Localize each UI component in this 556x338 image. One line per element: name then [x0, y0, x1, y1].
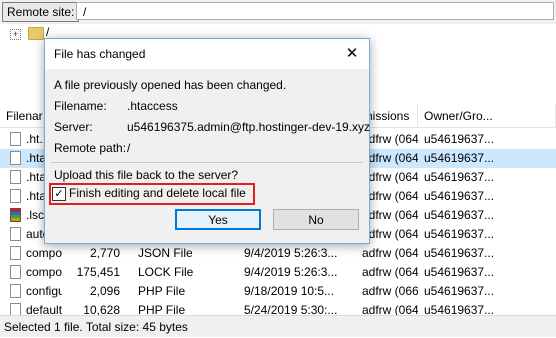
- finish-editing-checkbox[interactable]: ✓: [52, 187, 66, 201]
- yes-button[interactable]: Yes: [175, 209, 261, 230]
- file-icon: [10, 132, 21, 146]
- filename-label: Filename:: [54, 99, 107, 113]
- finish-editing-checkbox-label[interactable]: Finish editing and delete local file: [69, 186, 246, 200]
- server-value: u546196375.admin@ftp.hostinger-dev-19.xy…: [127, 120, 370, 134]
- dialog-title: File has changed: [54, 47, 146, 61]
- dialog-title-bar: File has changed ✕: [45, 39, 369, 69]
- remote-site-label: Remote site:: [2, 2, 80, 22]
- cell-perms: adfrw (0666): [362, 284, 418, 298]
- cell-type: PHP File: [138, 284, 186, 298]
- cell-type: JSON File: [138, 246, 193, 260]
- cell-name: compos...: [26, 265, 62, 279]
- cell-modified: 9/4/2019 5:26:3...: [244, 265, 338, 279]
- archive-file-icon: [10, 208, 21, 222]
- cell-modified: 9/18/2019 10:5...: [244, 284, 335, 298]
- cell-owner: u54619637...: [424, 151, 495, 165]
- dialog-message: A file previously opened has been change…: [54, 78, 287, 92]
- cell-name: compos...: [26, 246, 62, 260]
- cell-perms: adfrw (0644): [362, 246, 418, 260]
- file-icon: [10, 151, 21, 165]
- folder-icon: [28, 27, 44, 40]
- table-row[interactable]: compos... 2,770 JSON File 9/4/2019 5:26:3..…: [0, 244, 556, 263]
- cell-name: configur...: [26, 284, 62, 298]
- remote-path-value: /: [127, 141, 131, 155]
- cell-perms: adfrw (0644): [362, 151, 418, 165]
- cell-owner: u54619637...: [424, 246, 495, 260]
- server-label: Server:: [54, 120, 93, 134]
- file-icon: [10, 170, 21, 184]
- cell-perms: adfrw (0644): [362, 265, 418, 279]
- table-row[interactable]: configur... 2,096 PHP File 9/18/2019 10:5..…: [0, 282, 556, 301]
- remote-site-bar: Remote site: /: [0, 0, 556, 24]
- cell-modified: 9/4/2019 5:26:3...: [244, 246, 338, 260]
- cell-size: 2,770: [89, 246, 120, 260]
- remote-path-label: Remote path:: [54, 141, 127, 155]
- remote-site-input[interactable]: /: [76, 2, 554, 20]
- cell-owner: u54619637...: [424, 265, 495, 279]
- file-icon: [10, 284, 21, 298]
- cell-perms: adfrw (0644): [362, 189, 418, 203]
- dialog-separator: [51, 162, 363, 163]
- cell-perms: adfrw (0644): [362, 170, 418, 184]
- file-icon: [10, 189, 21, 203]
- cell-owner: u54619637...: [424, 189, 495, 203]
- cell-size: 2,096: [89, 284, 120, 298]
- upload-question: Upload this file back to the server?: [54, 168, 239, 182]
- cell-owner: u54619637...: [424, 227, 495, 241]
- no-button[interactable]: No: [273, 209, 359, 230]
- close-icon[interactable]: ✕: [343, 45, 361, 63]
- cell-perms: adfrw (0644): [362, 132, 418, 146]
- cell-owner: u54619637...: [424, 208, 495, 222]
- cell-owner: u54619637...: [424, 170, 495, 184]
- cell-owner: u54619637...: [424, 284, 495, 298]
- status-bar: Selected 1 file. Total size: 45 bytes: [0, 315, 556, 337]
- cell-owner: u54619637...: [424, 132, 495, 146]
- table-row[interactable]: compos... 175,451 LOCK File 9/4/2019 5:26:3…: [0, 263, 556, 282]
- cell-perms: adfrw (0644): [362, 208, 418, 222]
- tree-root-label[interactable]: /: [46, 25, 49, 39]
- tree-expand-icon[interactable]: +: [10, 29, 21, 40]
- cell-type: LOCK File: [138, 265, 194, 279]
- column-header-owner-group[interactable]: Owner/Gro...: [418, 104, 556, 128]
- file-changed-dialog: File has changed ✕ A file previously ope…: [44, 38, 370, 244]
- cell-size: 175,451: [76, 265, 120, 279]
- file-icon: [10, 246, 21, 260]
- file-icon: [10, 265, 21, 279]
- filename-value: .htaccess: [127, 99, 178, 113]
- file-icon: [10, 227, 21, 241]
- cell-perms: adfrw (0644): [362, 227, 418, 241]
